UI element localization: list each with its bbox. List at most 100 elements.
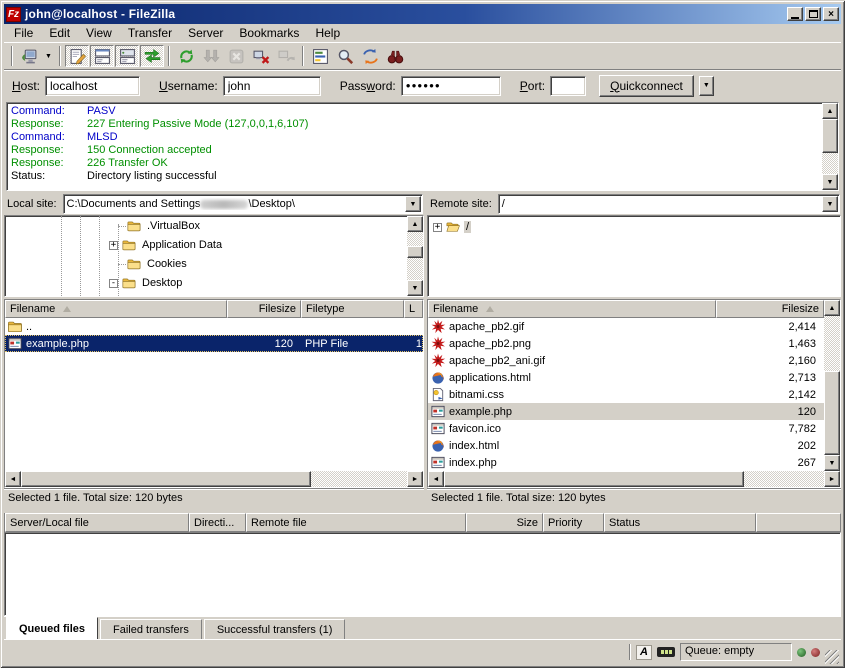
column-header-last-modified[interactable]: L bbox=[404, 300, 423, 318]
reconnect-button[interactable] bbox=[274, 45, 298, 67]
toggle-message-log-button[interactable] bbox=[65, 45, 89, 67]
log-scrollbar[interactable]: ▲ ▼ bbox=[822, 103, 838, 190]
host-input[interactable] bbox=[45, 76, 140, 96]
refresh-button[interactable] bbox=[174, 45, 198, 67]
column-header-filename[interactable]: Filename bbox=[428, 300, 716, 318]
file-row[interactable]: index.php 267 bbox=[428, 454, 824, 471]
tree-guide bbox=[61, 216, 62, 296]
minimize-button[interactable] bbox=[787, 7, 803, 21]
tree-item-cookies[interactable]: Cookies bbox=[118, 255, 189, 273]
folder-icon bbox=[121, 276, 137, 290]
scrollbar-thumb[interactable] bbox=[824, 371, 840, 455]
menu-server[interactable]: Server bbox=[180, 24, 231, 42]
file-row-parent-dir[interactable]: .. bbox=[5, 318, 423, 335]
toggle-remote-tree-button[interactable] bbox=[115, 45, 139, 67]
scrollbar-thumb[interactable] bbox=[444, 471, 744, 487]
scroll-down-icon[interactable]: ▼ bbox=[824, 455, 840, 471]
combo-dropdown-button[interactable]: ▼ bbox=[405, 196, 421, 212]
tab-successful-transfers[interactable]: Successful transfers (1) bbox=[204, 619, 346, 639]
scrollbar-thumb[interactable] bbox=[407, 246, 423, 258]
close-button[interactable]: × bbox=[823, 7, 839, 21]
site-manager-button[interactable] bbox=[17, 45, 41, 67]
column-header-server-local-file[interactable]: Server/Local file bbox=[5, 513, 189, 532]
directory-listing-filters-button[interactable] bbox=[308, 45, 332, 67]
file-row-example-php[interactable]: example.php 120 PHP File 1 bbox=[5, 335, 423, 352]
maximize-button[interactable] bbox=[805, 7, 821, 21]
tab-failed-transfers[interactable]: Failed transfers bbox=[100, 619, 202, 639]
menu-transfer[interactable]: Transfer bbox=[120, 24, 180, 42]
username-input[interactable] bbox=[223, 76, 321, 96]
tree-item-application-data[interactable]: + Application Data bbox=[109, 236, 224, 254]
menu-help[interactable]: Help bbox=[307, 24, 348, 42]
scroll-right-icon[interactable]: ► bbox=[407, 471, 423, 487]
combo-dropdown-button[interactable]: ▼ bbox=[822, 196, 838, 212]
column-header-priority[interactable]: Priority bbox=[543, 513, 604, 532]
remote-list-hscrollbar[interactable]: ◄ ► bbox=[428, 471, 840, 487]
column-header-filesize[interactable]: Filesize bbox=[227, 300, 301, 318]
remote-site-combo[interactable]: / ▼ bbox=[498, 194, 840, 214]
port-input[interactable] bbox=[550, 76, 586, 96]
file-row[interactable]: favicon.ico 7,782 bbox=[428, 420, 824, 437]
scroll-up-icon[interactable]: ▲ bbox=[822, 103, 838, 119]
column-header-empty bbox=[756, 513, 841, 532]
process-queue-button[interactable] bbox=[199, 45, 223, 67]
tree-item-root[interactable]: + / bbox=[433, 218, 471, 236]
collapse-minus-icon[interactable]: - bbox=[109, 279, 118, 288]
log-line: Command:MLSD bbox=[11, 131, 822, 144]
synchronized-browsing-button[interactable] bbox=[358, 45, 382, 67]
password-input[interactable] bbox=[401, 76, 501, 96]
expand-plus-icon[interactable]: + bbox=[109, 241, 118, 250]
column-header-remote-file[interactable]: Remote file bbox=[246, 513, 466, 532]
transfer-type-ascii-icon[interactable]: A bbox=[636, 645, 652, 660]
message-log: Command:PASV Response:227 Entering Passi… bbox=[7, 103, 822, 190]
find-files-button[interactable] bbox=[383, 45, 407, 67]
scroll-down-icon[interactable]: ▼ bbox=[407, 280, 423, 296]
tab-queued-files[interactable]: Queued files bbox=[6, 617, 98, 639]
file-row[interactable]: apache_pb2.gif 2,414 bbox=[428, 318, 824, 335]
scroll-down-icon[interactable]: ▼ bbox=[822, 174, 838, 190]
column-header-size[interactable]: Size bbox=[466, 513, 543, 532]
file-row-example-php[interactable]: example.php 120 bbox=[428, 403, 824, 420]
scroll-up-icon[interactable]: ▲ bbox=[824, 300, 840, 316]
resize-grip[interactable] bbox=[825, 650, 839, 664]
toggle-transfer-queue-button[interactable] bbox=[140, 45, 164, 67]
folder-icon bbox=[126, 257, 142, 271]
column-header-direction[interactable]: Directi... bbox=[189, 513, 246, 532]
file-row[interactable]: index.html 202 bbox=[428, 437, 824, 454]
file-row[interactable]: apache_pb2.png 1,463 bbox=[428, 335, 824, 352]
tree-item-desktop[interactable]: - Desktop bbox=[109, 274, 184, 292]
toggle-local-tree-button[interactable] bbox=[90, 45, 114, 67]
column-header-filetype[interactable]: Filetype bbox=[301, 300, 404, 318]
scrollbar-thumb[interactable] bbox=[822, 119, 838, 153]
transfer-queue-icon bbox=[144, 48, 161, 65]
disconnect-button[interactable] bbox=[249, 45, 273, 67]
column-header-filesize[interactable]: Filesize bbox=[716, 300, 824, 318]
column-header-status[interactable]: Status bbox=[604, 513, 756, 532]
quickconnect-dropdown-button[interactable]: ▼ bbox=[699, 76, 714, 96]
cancel-operation-button[interactable] bbox=[224, 45, 248, 67]
menu-bookmarks[interactable]: Bookmarks bbox=[231, 24, 307, 42]
file-row[interactable]: apache_pb2_ani.gif 2,160 bbox=[428, 352, 824, 369]
menu-file[interactable]: File bbox=[6, 24, 41, 42]
menu-edit[interactable]: Edit bbox=[41, 24, 78, 42]
quickconnect-button[interactable]: Quickconnect bbox=[599, 75, 694, 97]
chevron-down-icon: ▼ bbox=[827, 201, 834, 208]
scroll-right-icon[interactable]: ► bbox=[824, 471, 840, 487]
directory-comparison-button[interactable] bbox=[333, 45, 357, 67]
menu-view[interactable]: View bbox=[78, 24, 120, 42]
local-list-hscrollbar[interactable]: ◄ ► bbox=[5, 471, 423, 487]
scrollbar-thumb[interactable] bbox=[21, 471, 311, 487]
column-header-filename[interactable]: Filename bbox=[5, 300, 227, 318]
scroll-left-icon[interactable]: ◄ bbox=[5, 471, 21, 487]
local-tree-scrollbar[interactable]: ▲ ▼ bbox=[407, 216, 423, 296]
scroll-up-icon[interactable]: ▲ bbox=[407, 216, 423, 232]
scroll-left-icon[interactable]: ◄ bbox=[428, 471, 444, 487]
site-manager-dropdown-button[interactable]: ▼ bbox=[42, 45, 55, 67]
tree-item-virtualbox[interactable]: .VirtualBox bbox=[118, 217, 202, 235]
local-site-combo[interactable]: C:\Documents and Settings\Desktop\ ▼ bbox=[63, 194, 423, 214]
file-row[interactable]: applications.html 2,713 bbox=[428, 369, 824, 386]
speed-limits-icon[interactable] bbox=[657, 647, 675, 657]
file-row[interactable]: bitnami.css 2,142 bbox=[428, 386, 824, 403]
expand-plus-icon[interactable]: + bbox=[433, 223, 442, 232]
remote-list-scrollbar[interactable]: ▲ ▼ bbox=[824, 300, 840, 471]
